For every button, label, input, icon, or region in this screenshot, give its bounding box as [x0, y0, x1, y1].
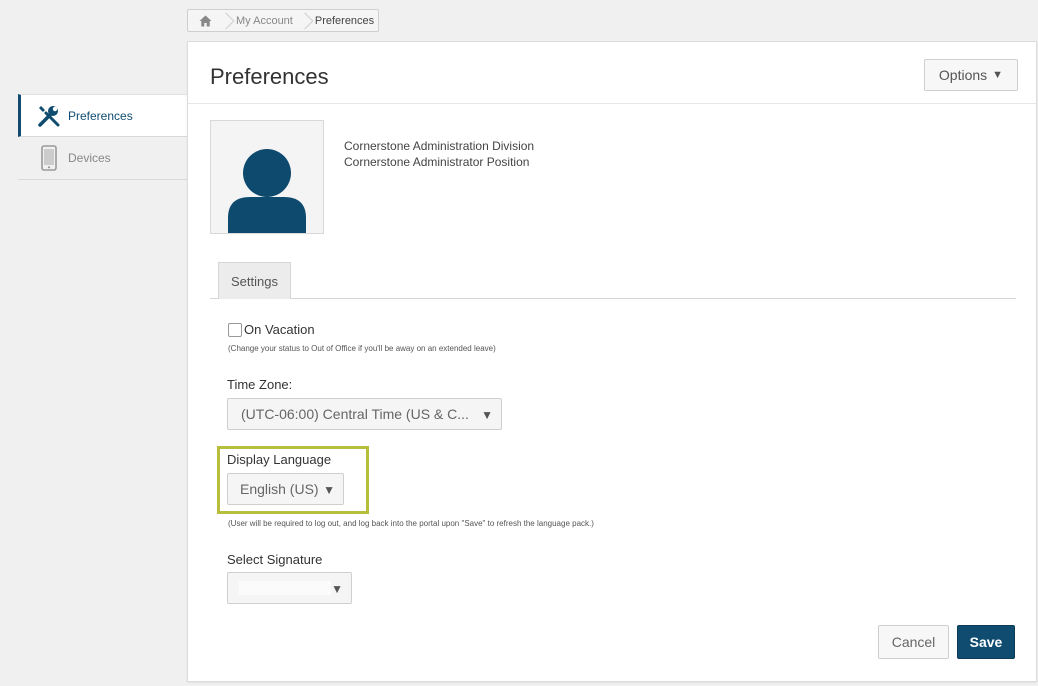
caret-down-icon: ▼	[481, 408, 493, 422]
breadcrumb: My Account Preferences	[187, 9, 380, 32]
vacation-row: On Vacation	[228, 322, 315, 337]
display-language-value: English (US)	[240, 481, 319, 497]
display-language-label: Display Language	[227, 452, 332, 467]
signature-value	[239, 581, 331, 595]
sidebar-item-devices[interactable]: Devices	[18, 137, 187, 180]
avatar[interactable]	[210, 120, 324, 234]
options-label: Options	[938, 67, 988, 83]
sidebar-item-label: Preferences	[68, 108, 133, 123]
tools-icon	[36, 103, 62, 129]
language-help-text: (User will be required to log out, and l…	[228, 519, 594, 528]
caret-down-icon: ▼	[331, 582, 343, 596]
sidebar: Preferences Devices	[18, 94, 187, 180]
breadcrumb-preferences: Preferences	[314, 14, 375, 27]
caret-down-icon: ▼	[323, 483, 335, 497]
cancel-button[interactable]: Cancel	[878, 625, 949, 659]
breadcrumb-separator	[301, 10, 309, 31]
save-button[interactable]: Save	[957, 625, 1015, 659]
on-vacation-checkbox[interactable]	[228, 322, 242, 337]
panel-header: Preferences Options ▼	[188, 42, 1036, 104]
profile-position: Cornerstone Administrator Position	[344, 155, 530, 169]
tab-bar: Settings	[210, 262, 1016, 299]
timezone-label: Time Zone:	[227, 377, 293, 392]
breadcrumb-my-account[interactable]: My Account	[230, 15, 301, 27]
preferences-panel: Preferences Options ▼ Cornerstone Admini…	[187, 41, 1037, 682]
profile-division: Cornerstone Administration Division	[344, 139, 535, 153]
timezone-select[interactable]: (UTC-06:00) Central Time (US & C... ▼	[227, 398, 502, 430]
options-button[interactable]: Options ▼	[924, 59, 1018, 91]
caret-down-icon: ▼	[992, 69, 1004, 81]
display-language-select[interactable]: English (US) ▼	[227, 473, 344, 505]
user-silhouette-icon	[228, 149, 306, 233]
page-title: Preferences	[210, 64, 329, 89]
vacation-help-text: (Change your status to Out of Office if …	[228, 344, 496, 353]
sidebar-item-label: Devices	[68, 151, 111, 165]
signature-select[interactable]: ▼	[227, 572, 352, 604]
profile-info: Cornerstone Administration Division Corn…	[344, 138, 534, 170]
tab-settings[interactable]: Settings	[218, 262, 291, 299]
breadcrumb-separator	[222, 10, 230, 31]
phone-icon	[36, 145, 62, 171]
on-vacation-label: On Vacation	[244, 322, 315, 337]
sidebar-item-preferences[interactable]: Preferences	[18, 94, 187, 137]
signature-label: Select Signature	[227, 552, 323, 567]
timezone-value: (UTC-06:00) Central Time (US & C...	[241, 406, 469, 422]
